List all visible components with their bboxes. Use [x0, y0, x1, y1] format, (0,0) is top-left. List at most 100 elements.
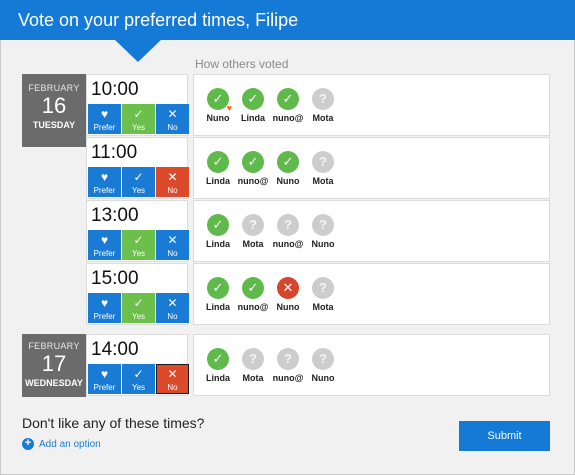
- others-votes-row: ✓ Linda ✓ nuno@ ✓ Nuno? Mota: [193, 137, 550, 199]
- x-icon: ✕: [167, 170, 178, 184]
- no-button-label: No: [167, 123, 178, 132]
- voter: ? Mota: [306, 277, 340, 312]
- voter: ✕ Nuno: [271, 277, 305, 312]
- voter-name: Nuno: [311, 239, 335, 249]
- voter-name: Nuno: [276, 302, 300, 312]
- prefer-button[interactable]: ♥ Prefer: [88, 167, 121, 197]
- prefer-heart-icon: ♥: [226, 103, 232, 113]
- time-slot-card: 10:00 ♥ Prefer ✓ Yes ✕ No: [86, 74, 189, 136]
- voter-name: nuno@: [237, 302, 269, 312]
- prefer-button[interactable]: ♥ Prefer: [88, 230, 121, 260]
- date-weekday: TUESDAY: [32, 120, 76, 130]
- voter: ? Mota: [236, 348, 270, 383]
- heart-icon: ♥: [100, 233, 109, 247]
- prefer-button[interactable]: ♥ Prefer: [88, 293, 121, 323]
- voter-name: Mota: [312, 176, 334, 186]
- page-title: Vote on your preferred times, Filipe: [18, 10, 299, 30]
- no-button-label: No: [167, 249, 178, 258]
- others-votes-row: ✓ Linda ✓ nuno@ ✕ Nuno? Mota: [193, 263, 550, 325]
- yes-button[interactable]: ✓ Yes: [122, 230, 155, 260]
- x-icon: ✕: [167, 367, 178, 381]
- voter-name: nuno@: [272, 113, 304, 123]
- others-votes-row: ✓ ♥ Nuno ✓ Linda ✓ nuno@? Mota: [193, 74, 550, 136]
- question-icon: ?: [242, 348, 264, 370]
- submit-button[interactable]: Submit: [459, 421, 550, 451]
- voter-name: Linda: [241, 113, 265, 123]
- time-slot-card: 15:00 ♥ Prefer ✓ Yes ✕ No: [86, 263, 189, 325]
- question-icon: ?: [312, 151, 334, 173]
- no-button-label: No: [167, 383, 178, 392]
- checkmark-icon: ✓: [277, 151, 299, 173]
- voter-name: Mota: [242, 373, 264, 383]
- no-suitable-time-prompt: Don't like any of these times?: [22, 415, 205, 431]
- date-month: FEBRUARY: [28, 83, 80, 93]
- yes-button-label: Yes: [131, 123, 146, 132]
- vote-buttons: ♥ Prefer ✓ Yes ✕ No: [88, 167, 189, 197]
- yes-button-label: Yes: [131, 312, 146, 321]
- voter: ✓ Nuno: [271, 151, 305, 186]
- voter: ? Nuno: [306, 348, 340, 383]
- date-tile: FEBRUARY 16 TUESDAY: [22, 74, 86, 147]
- voter-name: Nuno: [311, 373, 335, 383]
- checkmark-icon: ✓: [242, 88, 264, 110]
- header-pointer: [113, 38, 163, 62]
- voter-name: nuno@: [272, 239, 304, 249]
- yes-button[interactable]: ✓ Yes: [122, 293, 155, 323]
- checkmark-icon: ✓: [207, 214, 229, 236]
- voter: ? Nuno: [306, 214, 340, 249]
- heart-icon: ♥: [100, 296, 109, 310]
- yes-button[interactable]: ✓ Yes: [122, 364, 155, 394]
- voter: ? nuno@: [271, 214, 305, 249]
- yes-button[interactable]: ✓ Yes: [122, 104, 155, 134]
- others-voted-label: How others voted: [195, 57, 289, 71]
- voter: ✓ Linda: [236, 88, 270, 123]
- prefer-button-label: Prefer: [93, 186, 116, 195]
- question-icon: ?: [312, 88, 334, 110]
- date-tile: FEBRUARY 17 WEDNESDAY: [22, 334, 86, 397]
- date-day: 16: [41, 93, 67, 118]
- slot-time: 13:00: [91, 205, 139, 226]
- vote-buttons: ♥ Prefer ✓ Yes ✕ No: [88, 364, 189, 394]
- slot-time: 11:00: [91, 142, 138, 163]
- prefer-button-label: Prefer: [93, 383, 116, 392]
- voter: ✓ nuno@: [236, 151, 270, 186]
- heart-icon: ♥: [100, 367, 109, 381]
- poll-header: Vote on your preferred times, Filipe: [0, 0, 575, 40]
- voter-name: Linda: [206, 373, 230, 383]
- time-slot-card: 14:00 ♥ Prefer ✓ Yes ✕ No: [86, 334, 189, 396]
- time-slot-card: 11:00 ♥ Prefer ✓ Yes ✕ No: [86, 137, 189, 199]
- question-icon: ?: [242, 214, 264, 236]
- voter: ✓ Linda: [201, 277, 235, 312]
- checkmark-icon: ✓ ♥: [207, 88, 232, 113]
- no-button[interactable]: ✕ No: [156, 230, 189, 260]
- voter: ✓ Linda: [201, 151, 235, 186]
- no-button[interactable]: ✕ No: [156, 293, 189, 323]
- time-slot-card: 13:00 ♥ Prefer ✓ Yes ✕ No: [86, 200, 189, 262]
- yes-button[interactable]: ✓ Yes: [122, 167, 155, 197]
- voter-name: Mota: [312, 302, 334, 312]
- date-day: 17: [41, 351, 67, 376]
- prefer-button[interactable]: ♥ Prefer: [88, 104, 121, 134]
- question-icon: ?: [277, 348, 299, 370]
- question-icon: ?: [312, 214, 334, 236]
- add-option-link[interactable]: + Add an option: [22, 438, 101, 450]
- x-icon: ✕: [167, 107, 178, 121]
- voter-name: Mota: [312, 113, 334, 123]
- no-button[interactable]: ✕ No: [156, 167, 189, 197]
- slot-time: 14:00: [91, 339, 139, 360]
- voter-name: nuno@: [272, 373, 304, 383]
- vote-buttons: ♥ Prefer ✓ Yes ✕ No: [88, 230, 189, 260]
- prefer-button[interactable]: ♥ Prefer: [88, 364, 121, 394]
- no-button[interactable]: ✕ No: [156, 364, 189, 394]
- no-button-label: No: [167, 186, 178, 195]
- vote-buttons: ♥ Prefer ✓ Yes ✕ No: [88, 104, 189, 134]
- others-votes-row: ✓ Linda? Mota? nuno@? Nuno: [193, 200, 550, 262]
- checkmark-icon: ✓: [133, 367, 144, 381]
- plus-circle-icon: +: [22, 438, 34, 450]
- checkmark-icon: ✓: [242, 151, 264, 173]
- yes-button-label: Yes: [131, 383, 146, 392]
- x-icon: ✕: [167, 296, 178, 310]
- no-button[interactable]: ✕ No: [156, 104, 189, 134]
- question-icon: ?: [312, 277, 334, 299]
- vote-buttons: ♥ Prefer ✓ Yes ✕ No: [88, 293, 189, 323]
